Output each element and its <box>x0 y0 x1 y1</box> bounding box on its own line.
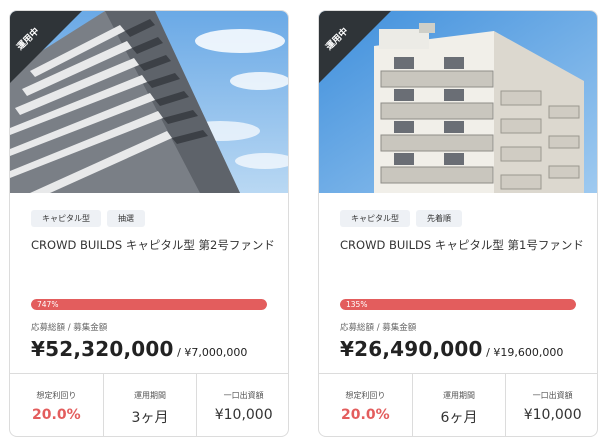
tag-list: キャピタル型 抽選 <box>31 210 145 227</box>
stat-label: 運用期間 <box>443 391 475 400</box>
stat-value: 20.0% <box>32 407 81 423</box>
amount-label: 応募総額 / 募集金額 <box>31 323 108 333</box>
amount-separator: / <box>173 346 185 359</box>
tag-application-method: 抽選 <box>107 210 145 227</box>
funding-progress-label: 135% <box>346 300 368 309</box>
stat-operation-period: 運用期間 6ヶ月 <box>411 374 506 436</box>
funding-progress-bar: 135% <box>340 299 576 310</box>
stat-unit-investment: 一口出資額 ¥10,000 <box>505 374 597 436</box>
funding-progress-label: 747% <box>37 300 59 309</box>
stat-label: 想定利回り <box>345 391 386 400</box>
tag-list: キャピタル型 先着順 <box>340 210 462 227</box>
fund-title[interactable]: CROWD BUILDS キャピタル型 第1号ファンド <box>340 235 585 255</box>
applied-amount: ¥52,320,000 <box>31 337 174 361</box>
target-amount: ¥7,000,000 <box>184 346 248 359</box>
amount-row: ¥26,490,000 / ¥19,600,000 <box>340 337 563 361</box>
property-photo[interactable]: 運用中 <box>319 11 597 193</box>
stat-unit-investment: 一口出資額 ¥10,000 <box>196 374 288 436</box>
stat-operation-period: 運用期間 3ヶ月 <box>102 374 197 436</box>
tag-fund-type: キャピタル型 <box>340 210 410 227</box>
funding-progress-fill <box>340 299 576 310</box>
amount-row: ¥52,320,000 / ¥7,000,000 <box>31 337 247 361</box>
amount-separator: / <box>482 346 494 359</box>
applied-amount: ¥26,490,000 <box>340 337 483 361</box>
stat-label: 一口出資額 <box>223 391 264 400</box>
tag-fund-type: キャピタル型 <box>31 210 101 227</box>
property-photo[interactable]: 運用中 <box>10 11 288 193</box>
stat-label: 一口出資額 <box>532 391 573 400</box>
stat-expected-yield: 想定利回り 20.0% <box>10 374 103 436</box>
amount-label: 応募総額 / 募集金額 <box>340 323 417 333</box>
funding-progress-fill <box>31 299 267 310</box>
stat-value: 6ヶ月 <box>440 410 478 426</box>
funding-progress-bar: 747% <box>31 299 267 310</box>
tag-application-method: 先着順 <box>416 210 462 227</box>
stat-value: 3ヶ月 <box>131 410 169 426</box>
stat-expected-yield: 想定利回り 20.0% <box>319 374 412 436</box>
fund-stats: 想定利回り 20.0% 運用期間 6ヶ月 一口出資額 ¥10,000 <box>319 373 597 436</box>
target-amount: ¥19,600,000 <box>493 346 564 359</box>
fund-title[interactable]: CROWD BUILDS キャピタル型 第2号ファンド <box>31 235 276 255</box>
fund-stats: 想定利回り 20.0% 運用期間 3ヶ月 一口出資額 ¥10,000 <box>10 373 288 436</box>
stat-value: ¥10,000 <box>523 407 582 423</box>
stat-value: ¥10,000 <box>214 407 273 423</box>
stat-label: 運用期間 <box>134 391 166 400</box>
fund-card[interactable]: 運用中 キャピタル型 先着順 CROWD BUILDS キャピタル型 第1号ファ… <box>318 10 598 437</box>
fund-card[interactable]: 運用中 キャピタル型 抽選 CROWD BUILDS キャピタル型 第2号ファン… <box>9 10 289 437</box>
stat-value: 20.0% <box>341 407 390 423</box>
stat-label: 想定利回り <box>36 391 77 400</box>
